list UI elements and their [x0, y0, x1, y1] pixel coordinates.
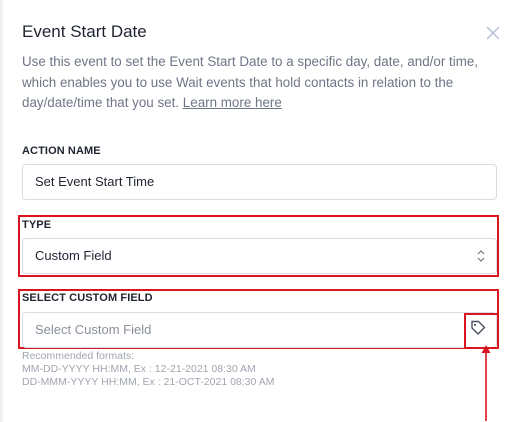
format-line-1: MM-DD-YYYY HH:MM, Ex : 12-21-2021 08:30 …: [22, 363, 256, 375]
custom-field-label: SELECT CUSTOM FIELD: [22, 292, 153, 304]
tag-icon[interactable]: [470, 320, 486, 336]
type-select[interactable]: Custom Field: [22, 238, 497, 274]
recommended-formats: Recommended formats: MM-DD-YYYY HH:MM, E…: [22, 350, 274, 389]
panel-description: Use this event to set the Event Start Da…: [22, 52, 497, 114]
learn-more-link[interactable]: Learn more here: [183, 95, 282, 110]
custom-field-select[interactable]: Select Custom Field: [22, 312, 497, 348]
panel-left-shadow: [0, 0, 4, 422]
type-selected-value: Custom Field: [35, 248, 112, 263]
action-name-input[interactable]: Set Event Start Time: [22, 164, 497, 200]
type-label: TYPE: [22, 219, 52, 231]
close-icon[interactable]: [486, 26, 500, 40]
panel-title: Event Start Date: [22, 22, 147, 41]
format-line-2: DD-MMM-YYYY HH:MM, Ex : 21-OCT-2021 08:3…: [22, 376, 275, 388]
action-name-label: ACTION NAME: [22, 145, 101, 157]
action-name-value: Set Event Start Time: [35, 174, 155, 189]
annotation-arrow-icon: [481, 345, 491, 421]
custom-field-placeholder: Select Custom Field: [35, 322, 152, 337]
formats-heading: Recommended formats:: [22, 350, 135, 362]
chevron-up-down-icon: [477, 250, 485, 262]
